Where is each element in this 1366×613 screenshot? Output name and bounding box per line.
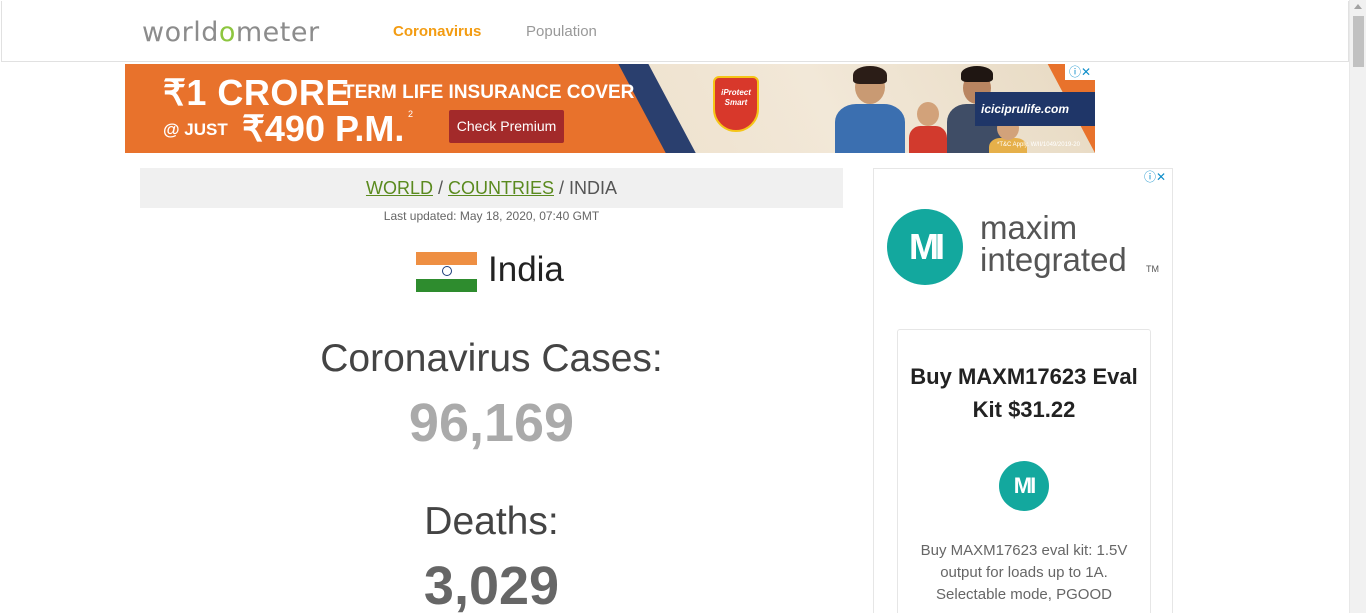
scrollbar-thumb[interactable] <box>1353 16 1364 67</box>
cases-count: 96,169 <box>408 393 575 453</box>
worldometer-logo[interactable]: worldometer <box>142 17 320 48</box>
ad-terms-text: *T&C Apply. W/II/1049/2019-20 <box>997 142 1080 148</box>
ad-superscript: 2 <box>408 109 414 119</box>
side-ad-maxim[interactable]: ⓘ✕ MI maxim integrated TM Buy MAXM17623 … <box>873 168 1173 613</box>
breadcrumb-separator: / <box>554 178 570 198</box>
side-ad-title[interactable]: Buy MAXM17623 Eval Kit $31.22 <box>898 360 1150 426</box>
last-updated-text: Last updated: May 18, 2020, 07:40 GMT <box>383 209 600 223</box>
cases-label: Coronavirus Cases: <box>320 337 663 380</box>
top-navbar: worldometer Coronavirus Population <box>1 1 1349 62</box>
ad-price: ₹490 P.M. <box>242 108 405 149</box>
iprotect-shield-icon: iProtect Smart <box>713 76 759 132</box>
top-banner-ad[interactable]: ₹1 CRORE TERM LIFE INSURANCE COVER @ JUS… <box>125 64 1095 153</box>
check-premium-button[interactable]: Check Premium <box>449 110 564 143</box>
side-ad-description: Buy MAXM17623 eval kit: 1.5V output for … <box>920 542 1128 603</box>
breadcrumb-separator: / <box>432 178 448 198</box>
deaths-count: 3,029 <box>423 556 560 613</box>
side-ad-card[interactable]: Buy MAXM17623 Eval Kit $31.22 MI Buy MAX… <box>897 329 1151 613</box>
breadcrumb: WORLD / COUNTRIES / INDIA <box>140 168 843 208</box>
maxim-trademark: TM <box>1146 264 1159 274</box>
ad-url-box[interactable]: iciciprulife.com <box>975 92 1095 126</box>
ad-headline-text: TERM LIFE INSURANCE COVER <box>343 82 635 103</box>
adchoices-close-icon[interactable]: ⓘ✕ <box>1065 64 1095 80</box>
india-flag-icon <box>416 252 477 292</box>
maxim-logo-icon: MI <box>887 209 963 285</box>
breadcrumb-world-link[interactable]: WORLD <box>366 178 433 198</box>
nav-link-coronavirus[interactable]: Coronavirus <box>393 23 481 40</box>
breadcrumb-current: INDIA <box>569 178 618 198</box>
page: worldometer Coronavirus Population ₹1 CR… <box>0 0 1366 613</box>
adchoices-close-icon[interactable]: ⓘ✕ <box>1140 169 1170 185</box>
vertical-scrollbar[interactable] <box>1349 0 1366 613</box>
maxim-brand-line2: integrated <box>980 241 1127 278</box>
scroll-up-arrow-icon[interactable] <box>1354 4 1362 9</box>
breadcrumb-countries-link[interactable]: COUNTRIES <box>448 178 554 198</box>
ad-price-prefix: @ JUST <box>163 120 228 139</box>
maxim-small-logo-icon: MI <box>999 461 1049 511</box>
deaths-label: Deaths: <box>424 500 559 543</box>
country-name: India <box>488 250 564 289</box>
nav-link-population[interactable]: Population <box>526 23 597 40</box>
